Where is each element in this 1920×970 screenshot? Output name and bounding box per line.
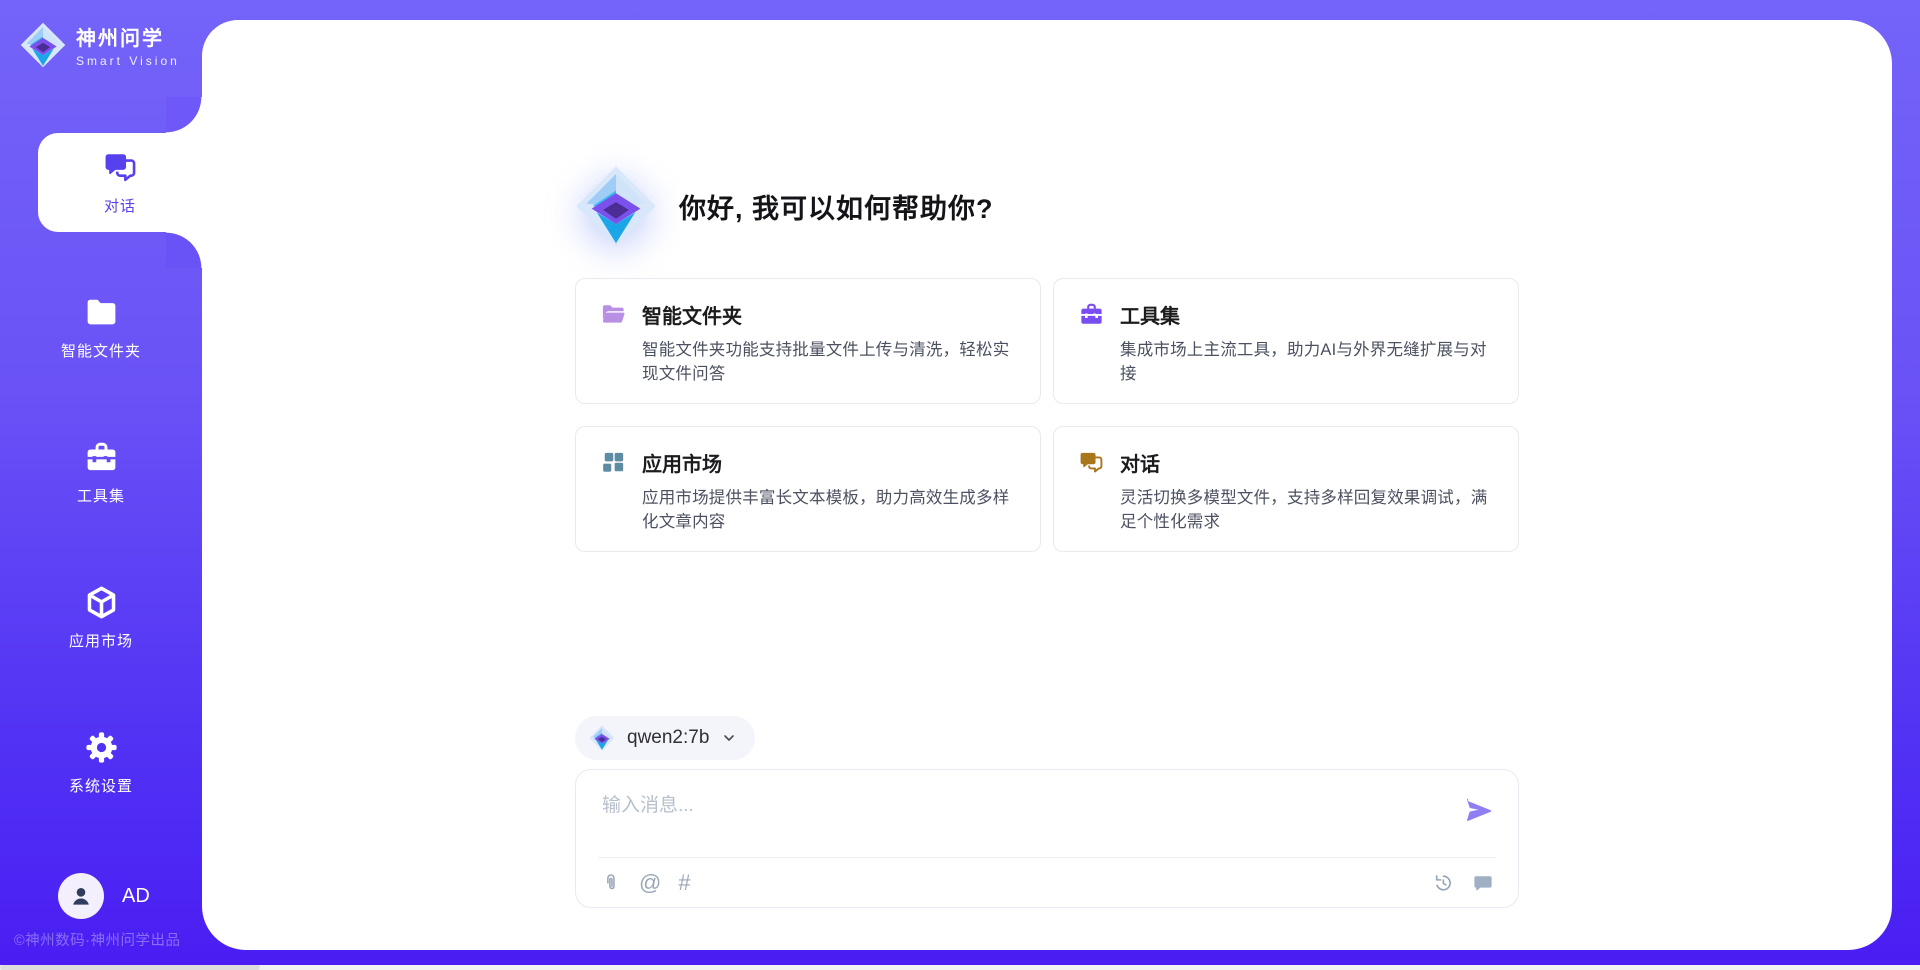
card-app-market[interactable]: 应用市场 应用市场提供丰富长文本模板，助力高效生成多样化文章内容 (575, 426, 1041, 552)
greeting-gem-icon (575, 163, 657, 249)
card-description: 智能文件夹功能支持批量文件上传与清洗，轻松实现文件问答 (642, 338, 1016, 386)
sidebar-item-label: 智能文件夹 (61, 340, 141, 361)
chevron-down-icon (721, 730, 737, 746)
gear-icon (83, 729, 120, 766)
history-icon (1432, 872, 1454, 894)
send-button[interactable] (1464, 796, 1494, 826)
sidebar-item-smart-folder[interactable]: 智能文件夹 (0, 278, 202, 377)
main-panel: 你好, 我可以如何帮助你? 智能文件夹 智能文件夹功能支持批量文件上传与清洗，轻… (202, 20, 1892, 950)
card-description: 灵活切换多模型文件，支持多样回复效果调试，满足个性化需求 (1120, 486, 1494, 534)
message-input-box: @ # (575, 769, 1519, 908)
topic-button[interactable]: # (678, 870, 690, 896)
attach-button[interactable] (600, 872, 622, 894)
history-button[interactable] (1432, 872, 1454, 894)
chat-icon (1078, 449, 1105, 476)
card-title: 应用市场 (642, 448, 722, 477)
sidebar-nav: 对话 智能文件夹 工具集 应用市场 (0, 133, 202, 858)
sidebar-item-settings[interactable]: 系统设置 (0, 713, 202, 812)
mention-button[interactable]: @ (639, 870, 661, 896)
input-toolbar: @ # (600, 858, 1494, 908)
app-grid-icon (600, 449, 627, 476)
folder-icon (83, 294, 120, 331)
chat-icon (102, 149, 139, 186)
card-chat[interactable]: 对话 灵活切换多模型文件，支持多样回复效果调试，满足个性化需求 (1053, 426, 1519, 552)
greeting-title: 你好, 我可以如何帮助你? (679, 187, 994, 226)
greeting: 你好, 我可以如何帮助你? (575, 160, 1519, 252)
toolbox-icon (83, 439, 120, 476)
send-icon (1464, 796, 1494, 826)
card-description: 应用市场提供丰富长文本模板，助力高效生成多样化文章内容 (642, 486, 1016, 534)
card-title: 工具集 (1120, 300, 1180, 329)
card-description: 集成市场上主流工具，助力AI与外界无缝扩展与对接 (1120, 338, 1494, 386)
cube-icon (83, 584, 120, 621)
model-name: qwen2:7b (627, 727, 709, 749)
sidebar-item-label: 系统设置 (69, 775, 133, 796)
composer: qwen2:7b (575, 716, 1519, 908)
sidebar-item-toolset[interactable]: 工具集 (0, 423, 202, 522)
gem-icon (589, 725, 615, 751)
sidebar-item-label: 应用市场 (69, 630, 133, 651)
model-selector[interactable]: qwen2:7b (575, 716, 755, 760)
sidebar-item-app-market[interactable]: 应用市场 (0, 568, 202, 667)
chat-bubble-button[interactable] (1472, 872, 1494, 894)
user-initials: AD (122, 885, 150, 908)
feature-cards: 智能文件夹 智能文件夹功能支持批量文件上传与清洗，轻松实现文件问答 工具集 集成… (575, 278, 1519, 552)
brand-gem-icon (20, 22, 66, 68)
sidebar-item-label: 工具集 (77, 485, 125, 506)
brand-name: 神州问学 (76, 22, 180, 51)
card-toolset[interactable]: 工具集 集成市场上主流工具，助力AI与外界无缝扩展与对接 (1053, 278, 1519, 404)
brand-subtitle: Smart Vision (76, 54, 180, 68)
message-input[interactable] (602, 790, 1422, 852)
avatar (58, 873, 104, 919)
card-title: 智能文件夹 (642, 300, 742, 329)
folder-open-icon (600, 301, 627, 328)
card-title: 对话 (1120, 448, 1160, 477)
paperclip-icon (600, 872, 622, 894)
user-profile[interactable]: AD (58, 873, 150, 919)
sidebar: 神州问学 Smart Vision 对话 智能文件夹 工具集 (0, 0, 202, 970)
person-icon (67, 882, 95, 910)
toolbox-icon (1078, 301, 1105, 328)
scrollbar-thumb[interactable] (0, 965, 260, 970)
chat-bubble-icon (1472, 872, 1494, 894)
horizontal-scrollbar[interactable] (0, 965, 1920, 970)
at-icon: @ (639, 870, 661, 896)
sidebar-item-label: 对话 (104, 195, 136, 216)
sidebar-item-chat[interactable]: 对话 (38, 133, 202, 232)
hash-icon: # (678, 870, 690, 896)
brand-logo[interactable]: 神州问学 Smart Vision (0, 0, 202, 68)
copyright-text: ©神州数码·神州问学出品 (14, 929, 204, 950)
card-smart-folder[interactable]: 智能文件夹 智能文件夹功能支持批量文件上传与清洗，轻松实现文件问答 (575, 278, 1041, 404)
